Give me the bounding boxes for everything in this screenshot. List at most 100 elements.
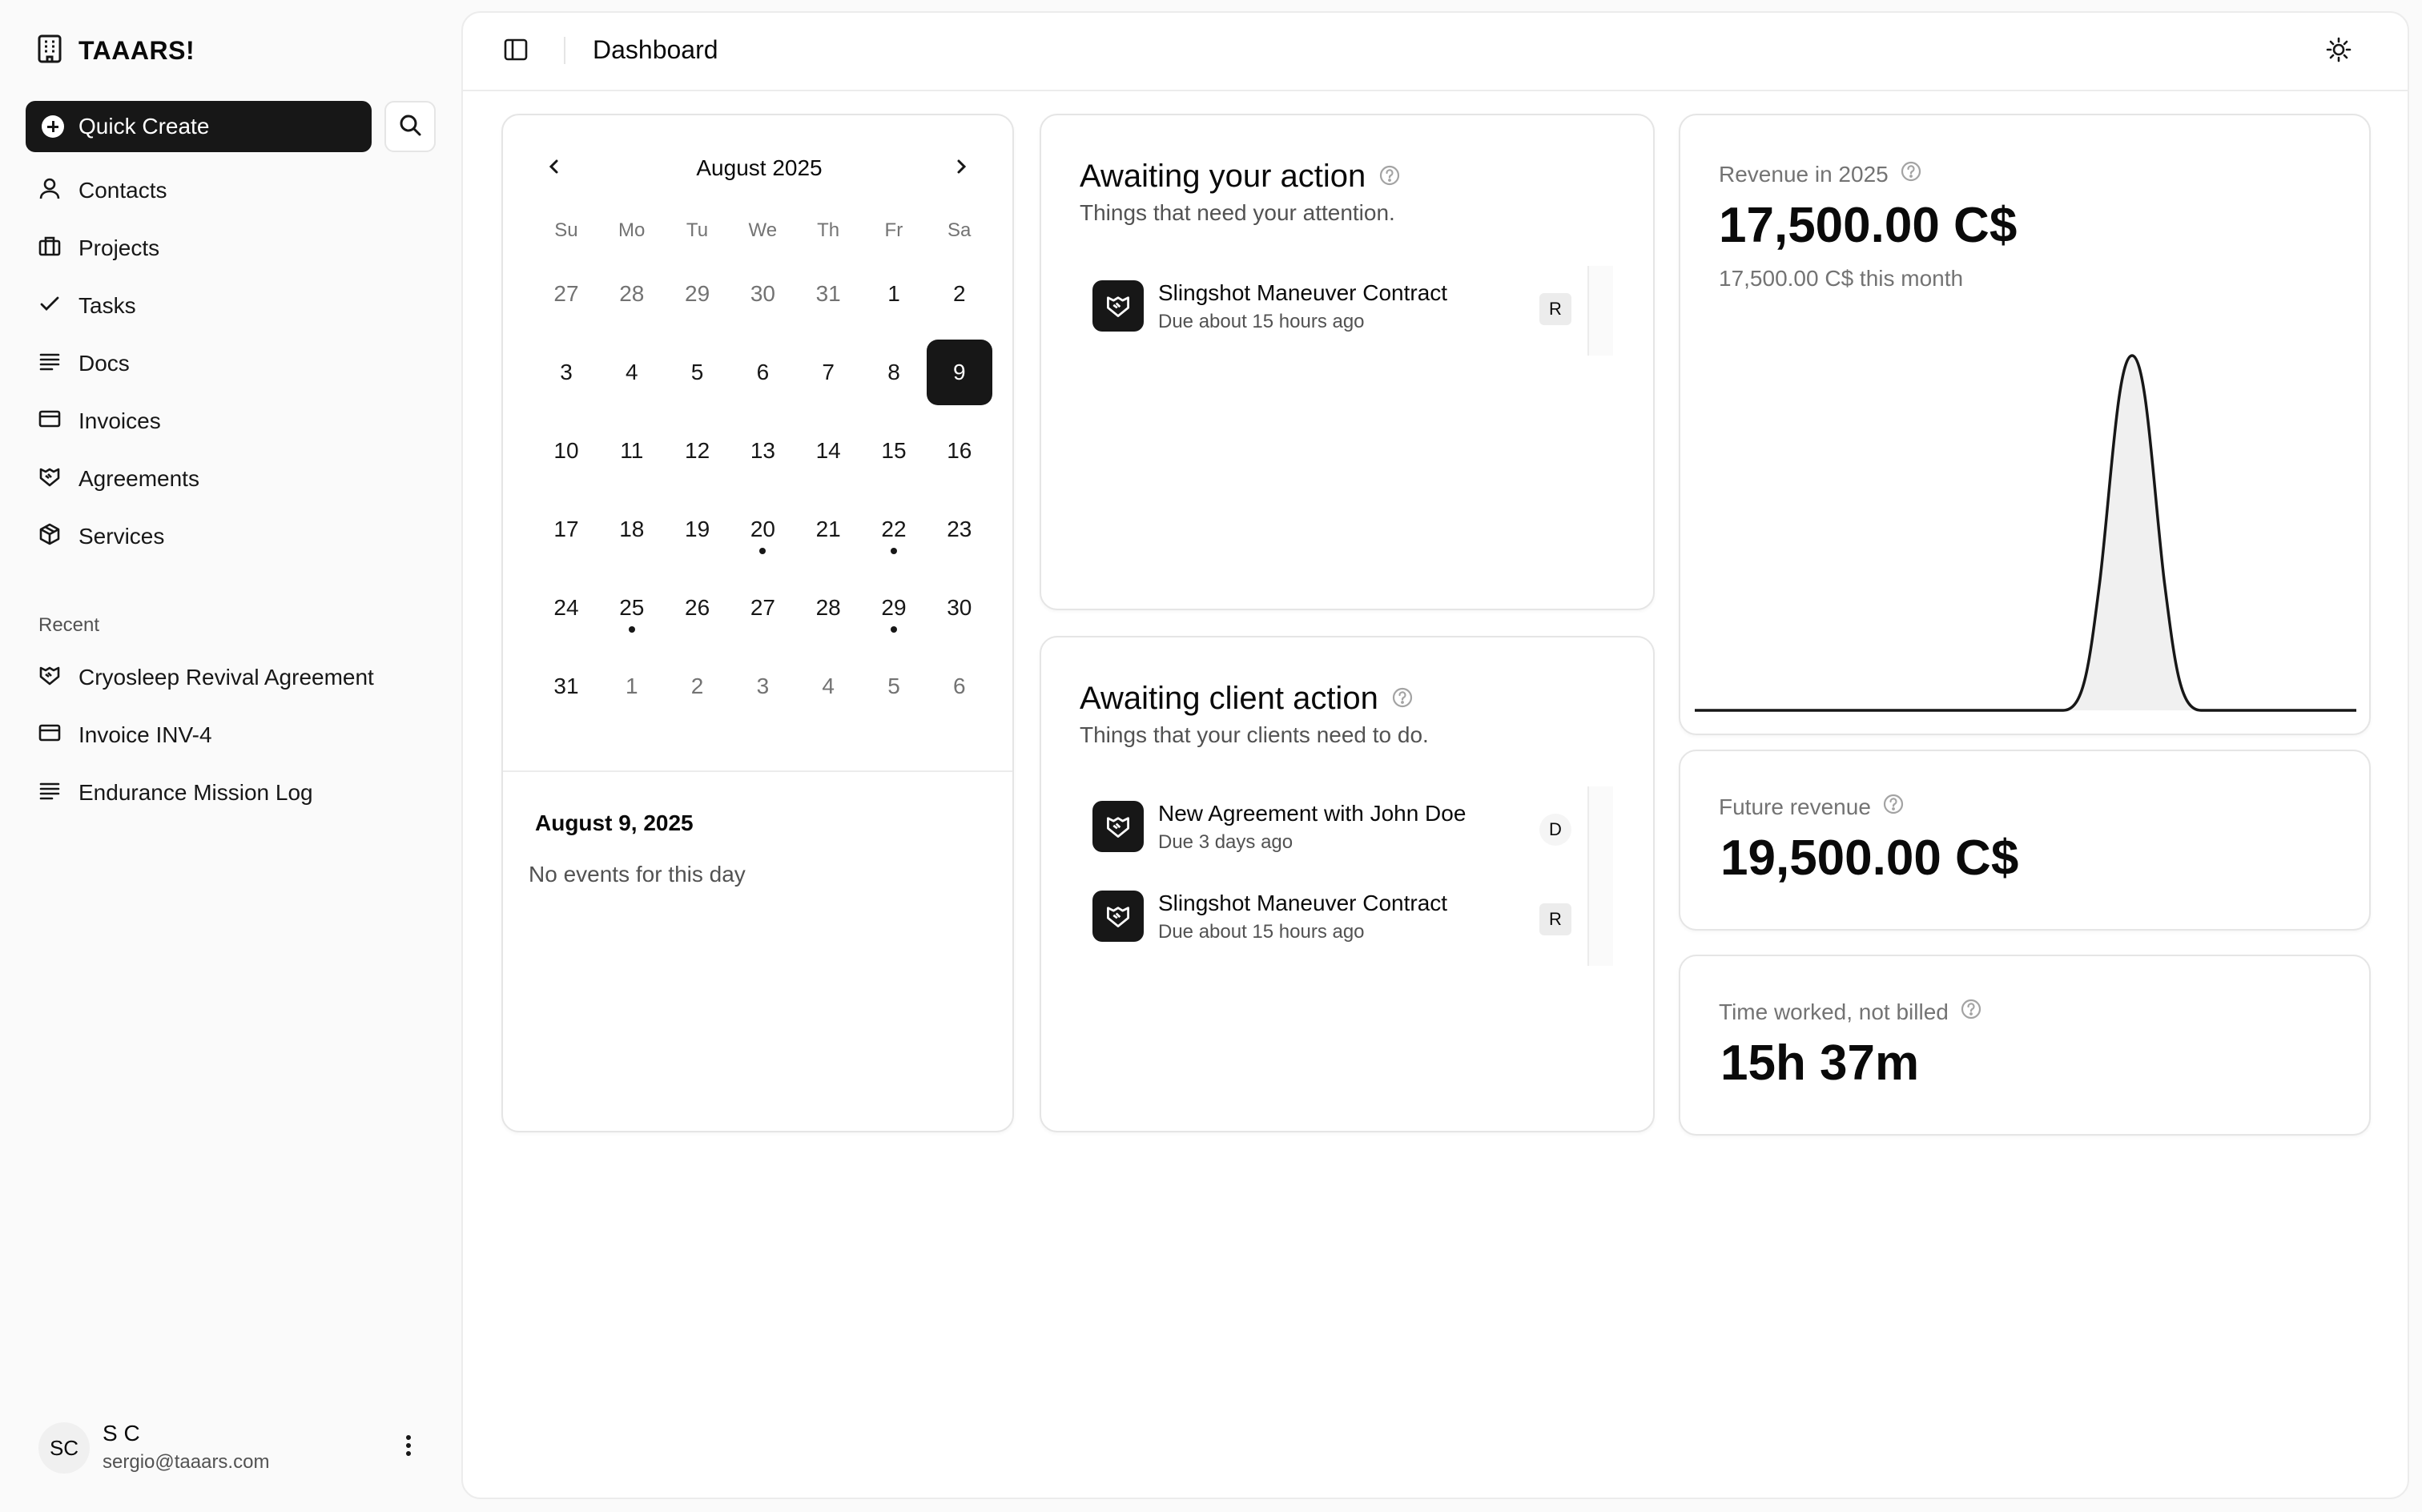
card-title: Awaiting your action xyxy=(1080,159,1401,195)
calendar-day[interactable]: 21 xyxy=(795,497,861,562)
calendar-day[interactable]: 26 xyxy=(665,575,730,641)
calendar-day[interactable]: 6 xyxy=(730,340,795,405)
calendar-day[interactable]: 5 xyxy=(665,340,730,405)
time-unbilled-card: Time worked, not billed 15h 37m xyxy=(1679,955,2371,1136)
quick-create-button[interactable]: Quick Create xyxy=(26,101,372,152)
weekday-label: We xyxy=(748,219,778,241)
calendar-day[interactable]: 15 xyxy=(861,418,927,484)
calendar-day[interactable]: 12 xyxy=(665,418,730,484)
task-item[interactable]: Slingshot Maneuver Contract Due about 15… xyxy=(1080,266,1618,356)
task-list: Slingshot Maneuver Contract Due about 15… xyxy=(1080,266,1618,356)
calendar-day[interactable]: 28 xyxy=(795,575,861,641)
calendar-day[interactable]: 24 xyxy=(533,575,599,641)
sidebar-nav: Contacts Projects Tasks Docs Invoices Ag… xyxy=(26,162,436,565)
calendar-day[interactable]: 22 xyxy=(861,497,927,562)
recent-item-agreement[interactable]: Cryosleep Revival Agreement xyxy=(26,649,436,706)
sidebar-item-services[interactable]: Services xyxy=(26,508,436,565)
sidebar-item-docs[interactable]: Docs xyxy=(26,335,436,392)
calendar-week-row: 27 28 29 30 31 1 2 xyxy=(533,261,992,340)
calendar-day[interactable]: 19 xyxy=(665,497,730,562)
calendar-day[interactable]: 4 xyxy=(599,340,665,405)
help-circle-icon[interactable] xyxy=(1960,998,1982,1026)
task-list: New Agreement with John Doe Due 3 days a… xyxy=(1080,786,1618,966)
scrollbar[interactable] xyxy=(1587,266,1613,356)
calendar-day[interactable]: 28 xyxy=(599,261,665,327)
weekday-label: Su xyxy=(554,219,578,241)
calendar-day[interactable]: 18 xyxy=(599,497,665,562)
calendar-day-number: 3 xyxy=(560,360,573,384)
calendar-day[interactable]: 29 xyxy=(861,575,927,641)
more-vertical-icon[interactable] xyxy=(400,1432,416,1464)
user-account[interactable]: SC S C sergio@taaars.com xyxy=(38,1419,439,1477)
handshake-icon xyxy=(38,664,61,692)
calendar-day[interactable]: 3 xyxy=(533,340,599,405)
calendar-day[interactable]: 30 xyxy=(730,261,795,327)
sidebar-item-label: Agreements xyxy=(78,466,199,491)
calendar-day[interactable]: 14 xyxy=(795,418,861,484)
plus-circle-icon xyxy=(42,115,64,138)
recent-item-doc[interactable]: Endurance Mission Log xyxy=(26,764,436,822)
recent-item-invoice[interactable]: Invoice INV-4 xyxy=(26,706,436,764)
search-button[interactable] xyxy=(384,101,436,152)
future-revenue-card: Future revenue 19,500.00 C$ xyxy=(1679,750,2371,931)
calendar-day[interactable]: 17 xyxy=(533,497,599,562)
help-circle-icon[interactable] xyxy=(1391,681,1414,717)
help-circle-icon[interactable] xyxy=(1882,793,1905,821)
calendar-day-selected[interactable]: 9 xyxy=(926,340,992,405)
calendar-day[interactable]: 27 xyxy=(730,575,795,641)
sun-icon[interactable] xyxy=(2324,35,2353,64)
calendar-day[interactable]: 1 xyxy=(599,653,665,719)
calendar-day[interactable]: 30 xyxy=(927,575,992,641)
sidebar-item-contacts[interactable]: Contacts xyxy=(26,162,436,219)
calendar-day[interactable]: 7 xyxy=(795,340,861,405)
weekday-label: Fr xyxy=(884,219,903,241)
calendar-day[interactable]: 29 xyxy=(665,261,730,327)
recent-list: Cryosleep Revival Agreement Invoice INV-… xyxy=(26,649,436,822)
calendar-day[interactable]: 1 xyxy=(861,261,927,327)
calendar-day-number: 1 xyxy=(887,281,900,306)
calendar-day[interactable]: 27 xyxy=(533,261,599,327)
brand-name: TAAARS! xyxy=(78,35,195,65)
sidebar-item-label: Docs xyxy=(78,351,130,376)
calendar-day[interactable]: 25 xyxy=(599,575,665,641)
calendar-day[interactable]: 4 xyxy=(795,653,861,719)
calendar-day-number: 8 xyxy=(887,360,900,384)
weekday-label: Th xyxy=(817,219,840,241)
sidebar-item-agreements[interactable]: Agreements xyxy=(26,450,436,508)
calendar-day[interactable]: 13 xyxy=(730,418,795,484)
calendar-next-button[interactable] xyxy=(945,152,977,184)
help-circle-icon[interactable] xyxy=(1900,160,1922,188)
sidebar-toggle-icon[interactable] xyxy=(503,37,529,62)
calendar-day[interactable]: 2 xyxy=(927,261,992,327)
calendar-day[interactable]: 3 xyxy=(730,653,795,719)
task-item[interactable]: Slingshot Maneuver Contract Due about 15… xyxy=(1080,876,1618,966)
task-due: Due about 15 hours ago xyxy=(1158,921,1365,943)
task-title: Slingshot Maneuver Contract xyxy=(1158,891,1448,915)
calendar-day[interactable]: 16 xyxy=(927,418,992,484)
calendar-day[interactable]: 31 xyxy=(795,261,861,327)
sidebar-item-tasks[interactable]: Tasks xyxy=(26,277,436,335)
stat-label-text: Time worked, not billed xyxy=(1719,999,1949,1024)
calendar-day-number: 5 xyxy=(887,674,900,698)
sidebar-item-projects[interactable]: Projects xyxy=(26,219,436,277)
calendar-day[interactable]: 10 xyxy=(533,418,599,484)
calendar-day[interactable]: 20 xyxy=(730,497,795,562)
help-circle-icon[interactable] xyxy=(1378,159,1401,195)
calendar-day-number: 25 xyxy=(619,595,645,620)
calendar-day-number: 6 xyxy=(756,360,770,384)
calendar-day[interactable]: 6 xyxy=(927,653,992,719)
calendar-day[interactable]: 8 xyxy=(861,340,927,405)
recent-item-label: Invoice INV-4 xyxy=(78,722,212,747)
calendar-day[interactable]: 2 xyxy=(665,653,730,719)
calendar-day[interactable]: 23 xyxy=(927,497,992,562)
calendar-day-number: 28 xyxy=(619,281,645,306)
brand[interactable]: TAAARS! xyxy=(37,32,195,69)
calendar-day[interactable]: 11 xyxy=(599,418,665,484)
sidebar-item-label: Projects xyxy=(78,235,160,260)
task-item[interactable]: New Agreement with John Doe Due 3 days a… xyxy=(1080,786,1618,876)
calendar-day-number: 31 xyxy=(553,674,579,698)
calendar-day[interactable]: 5 xyxy=(861,653,927,719)
calendar-day-number: 5 xyxy=(690,360,704,384)
sidebar-item-invoices[interactable]: Invoices xyxy=(26,392,436,450)
calendar-day[interactable]: 31 xyxy=(533,653,599,719)
